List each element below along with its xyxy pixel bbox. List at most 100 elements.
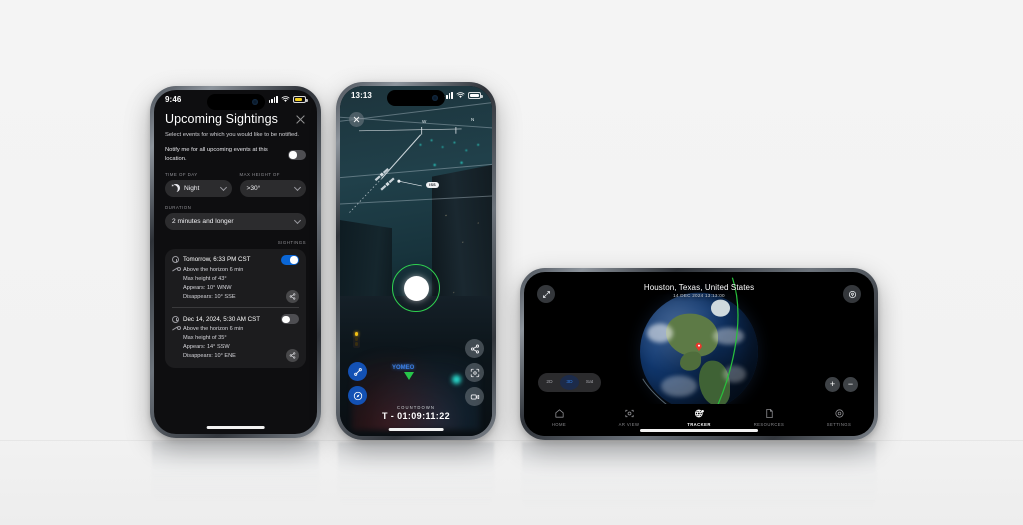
home-indicator	[206, 426, 265, 429]
neon-sign: YOMEO	[392, 365, 414, 372]
phone2-screen: W N ISS YOMEO 13:13	[340, 86, 492, 436]
sheet-header: Upcoming Sightings	[165, 112, 306, 126]
sighting-notify-toggle[interactable]	[281, 254, 299, 265]
tab-label: TRACKER	[687, 421, 711, 427]
max-height-value: >30°	[246, 184, 261, 192]
tab-resources[interactable]: RESOURCES	[741, 408, 797, 427]
chevron-down-icon	[219, 183, 227, 191]
orbit-path-button[interactable]	[348, 362, 367, 381]
landmass-greenland	[710, 299, 730, 317]
dynamic-island	[206, 94, 265, 110]
tab-ar-view[interactable]: AR VIEW	[601, 408, 657, 427]
filter-row: TIME OF DAY Night MAX HEIGHT OF >30°	[165, 164, 306, 197]
cloud	[661, 375, 697, 397]
zoom-out-button[interactable]: −	[843, 377, 858, 392]
close-icon[interactable]	[295, 114, 306, 125]
battery-full-icon	[468, 91, 483, 99]
time-of-day-value: Night	[184, 184, 200, 192]
tab-label: SETTINGS	[826, 421, 852, 427]
compass-label-north: N	[471, 117, 475, 122]
satellite-target-ring	[392, 264, 440, 312]
share-icon	[289, 352, 296, 359]
phone2-status-bar: 13:13	[340, 86, 492, 106]
max-height-label: MAX HEIGHT OF	[239, 171, 280, 177]
floor-line	[0, 440, 1023, 441]
sheet-subtitle: Select events for which you would like t…	[165, 132, 300, 138]
wifi-icon	[456, 91, 465, 98]
locate-button[interactable]	[843, 285, 861, 303]
chevron-down-icon	[293, 183, 302, 191]
view-mode-3d[interactable]: 3D	[560, 375, 579, 390]
cloud	[647, 323, 674, 343]
share-icon	[470, 344, 479, 353]
tab-tracker[interactable]: TRACKER	[671, 408, 727, 427]
home-indicator	[388, 428, 444, 431]
share-button[interactable]	[465, 339, 484, 358]
sighting-detail: Disappears: 10° SSE	[183, 294, 236, 301]
phone1-screen: 9:46 Upcoming Sightings Select events fo…	[154, 90, 317, 434]
cellular-bars-icon	[268, 95, 278, 103]
record-video-button[interactable]	[465, 387, 484, 406]
view-mode-2d[interactable]: 2D	[540, 375, 559, 390]
zoom-in-button[interactable]: +	[825, 377, 840, 392]
home-indicator	[640, 429, 758, 432]
phone3-screen: Houston, Texas, United States 14 DEC 202…	[524, 272, 874, 436]
tab-home[interactable]: HOME	[531, 408, 587, 427]
cloud	[722, 365, 747, 383]
sightings-header: SIGHTINGS	[277, 239, 306, 245]
clock-icon	[172, 256, 179, 264]
list-item[interactable]: Tomorrow, 6:33 PM CST Above the horizon …	[172, 254, 299, 307]
chevron-down-icon	[293, 216, 302, 224]
notify-all-row[interactable]: Notify me for all upcoming events at thi…	[165, 146, 306, 164]
view-mode-sat[interactable]: Sat	[580, 375, 599, 390]
expand-arrows-icon	[542, 290, 550, 298]
home-icon	[554, 409, 564, 418]
countdown-block: COUNTDOWN T - 01:09:11:22	[340, 405, 492, 422]
sighting-notify-toggle[interactable]	[281, 314, 299, 325]
notify-all-toggle[interactable]	[288, 149, 306, 160]
battery-low-icon	[293, 95, 308, 103]
document-icon	[765, 408, 773, 419]
street-glow	[452, 375, 461, 384]
location-marker[interactable]	[695, 342, 702, 351]
phone-upcoming-sightings: 9:46 Upcoming Sightings Select events fo…	[150, 86, 321, 438]
sighting-detail: Disappears: 10° ENE	[183, 353, 236, 360]
sighting-title: Tomorrow, 6:33 PM CST	[183, 256, 251, 264]
tab-label: AR VIEW	[618, 421, 640, 427]
max-height-select[interactable]: >30°	[239, 179, 306, 197]
time-of-day-select[interactable]: Night	[165, 179, 232, 197]
cellular-bars-icon	[443, 91, 453, 99]
phone2-reflection	[338, 442, 494, 518]
countdown-label: COUNTDOWN	[396, 404, 436, 410]
view-mode-segmented-control[interactable]: 2D 3D Sat	[538, 373, 601, 392]
earth-globe[interactable]	[640, 292, 758, 411]
ar-view-icon	[624, 409, 634, 418]
direction-marker-icon	[404, 372, 414, 380]
ar-camera-scene: W N ISS YOMEO	[340, 86, 492, 436]
sighting-details: Above the horizon 6 min Max height of 43…	[183, 266, 299, 302]
phone1-content: Upcoming Sightings Select events for whi…	[154, 108, 317, 369]
time-of-day-label: TIME OF DAY	[165, 171, 198, 177]
iss-label-pill: ISS	[426, 182, 440, 189]
compass-label-west: W	[422, 119, 427, 124]
landmass-north-america	[665, 313, 718, 357]
list-item[interactable]: Dec 14, 2024, 5:30 AM CST Above the hori…	[172, 307, 299, 366]
sighting-details: Above the horizon 6 min Max height of 35…	[183, 325, 299, 361]
cloud	[713, 328, 744, 345]
tab-settings[interactable]: SETTINGS	[811, 408, 867, 427]
notify-all-label: Notify me for all upcoming events at thi…	[165, 146, 268, 162]
ar-overlay	[349, 127, 462, 213]
satellite-path-icon	[353, 367, 362, 376]
duration-select[interactable]: 2 minutes and longer	[165, 212, 306, 230]
moon-icon	[171, 183, 180, 192]
dynamic-island	[387, 90, 445, 106]
focus-target-icon	[470, 368, 479, 377]
sighting-detail: Max height of 35°	[183, 335, 227, 342]
compass-button[interactable]	[348, 386, 367, 405]
recenter-button[interactable]	[465, 363, 484, 382]
expand-button[interactable]	[537, 285, 555, 303]
close-ar-button[interactable]	[349, 112, 364, 127]
tab-label: HOME	[551, 421, 567, 427]
phone1-status-bar: 9:46	[154, 90, 317, 110]
page-title: Houston, Texas, United States	[643, 283, 755, 292]
